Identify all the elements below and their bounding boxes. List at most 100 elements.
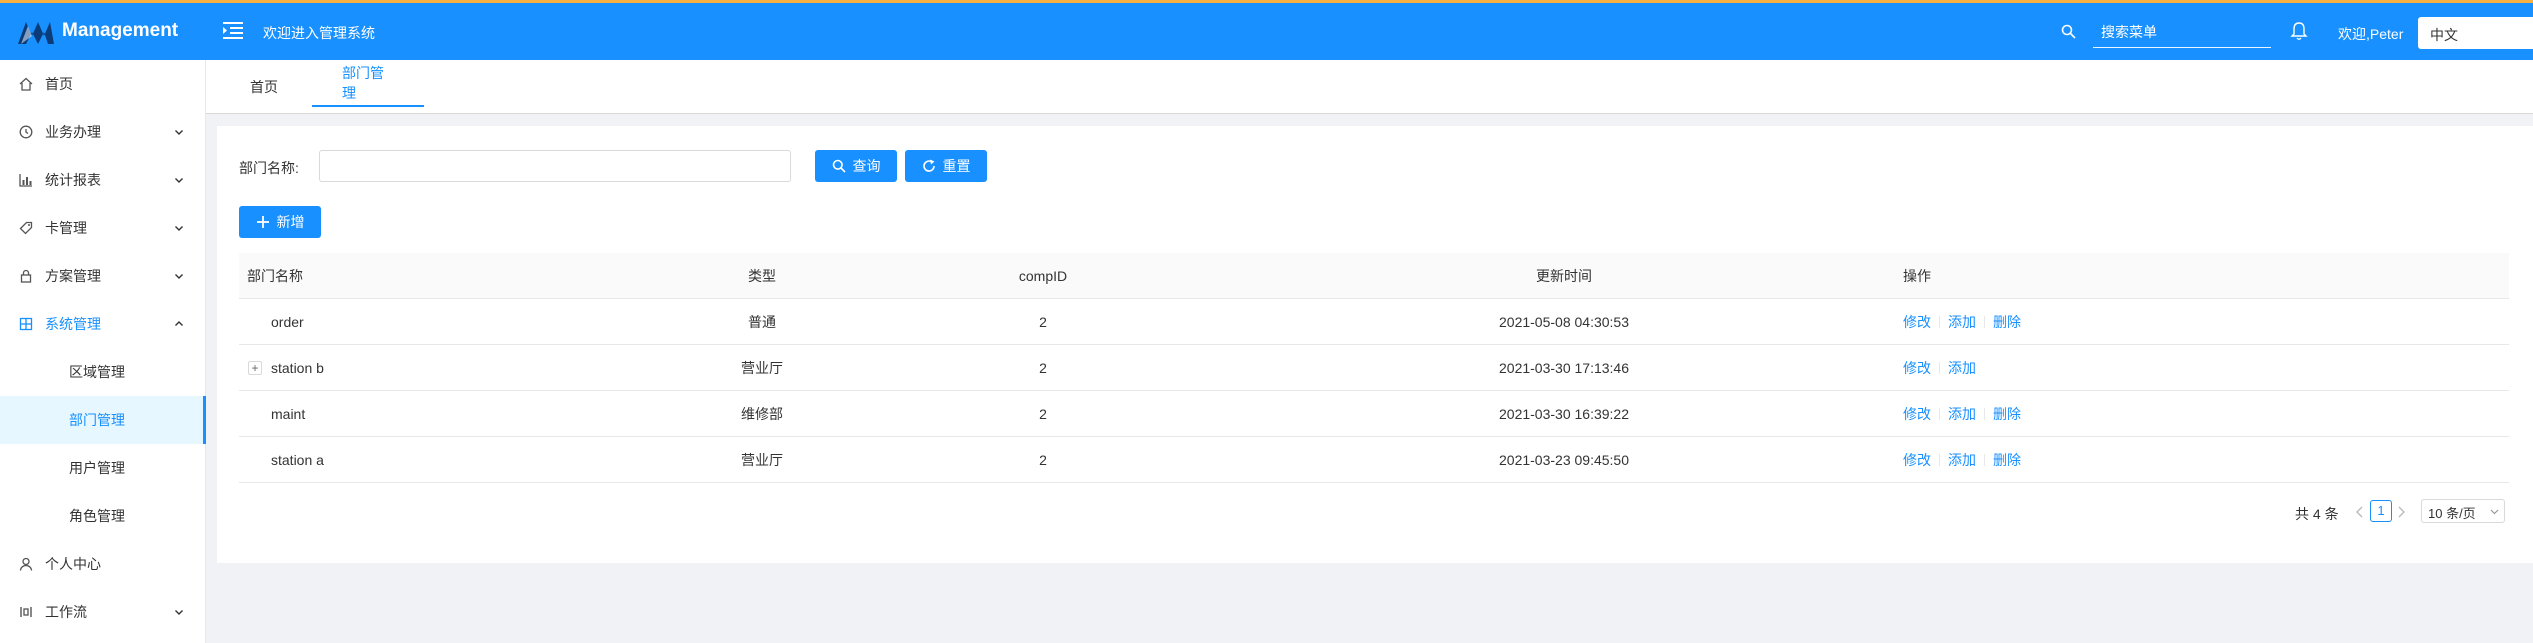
- column-header-type: 类型: [748, 268, 776, 284]
- tab-department[interactable]: 部门管理: [312, 60, 424, 107]
- search-icon[interactable]: [2061, 24, 2076, 39]
- sidebar-item-label: 部门管理: [69, 412, 125, 428]
- table-row: station a 营业厅 2 2021-03-23 09:45:50 修改 添加…: [239, 437, 2509, 483]
- chevron-down-icon: [175, 130, 183, 135]
- page-size-select[interactable]: 10 条/页: [2421, 499, 2505, 523]
- sidebar-item-label: 统计报表: [45, 172, 101, 188]
- tag-icon: [19, 221, 33, 235]
- bar-chart-icon: [19, 174, 32, 187]
- cell-type: 维修部: [741, 406, 783, 422]
- chevron-left-icon[interactable]: [2352, 503, 2368, 521]
- pagination-total: 共 4 条: [2295, 506, 2339, 522]
- table-row: + station b 营业厅 2 2021-03-30 17:13:46 修改…: [239, 345, 2509, 391]
- chevron-down-icon: [175, 226, 183, 231]
- bell-icon[interactable]: [2290, 21, 2308, 41]
- cell-type: 营业厅: [741, 452, 783, 468]
- edit-link[interactable]: 修改: [1903, 406, 1931, 422]
- sidebar-item-label: 工作流: [45, 604, 87, 620]
- sidebar-item-role[interactable]: 角色管理: [0, 492, 206, 540]
- cell-updated: 2021-03-30 16:39:22: [1499, 406, 1629, 422]
- logo-icon: [18, 22, 54, 44]
- sidebar-item-label: 个人中心: [45, 556, 101, 572]
- cell-actions: 修改 添加: [1903, 345, 1976, 391]
- sidebar-item-card[interactable]: 卡管理: [0, 204, 206, 252]
- add-button[interactable]: 新增: [239, 206, 321, 238]
- edit-link[interactable]: 修改: [1903, 360, 1931, 376]
- page-size-value: 10 条/页: [2428, 506, 2476, 521]
- edit-link[interactable]: 修改: [1903, 452, 1931, 468]
- add-child-link[interactable]: 添加: [1948, 452, 1976, 468]
- table-row: maint 维修部 2 2021-03-30 16:39:22 修改 添加 删除: [239, 391, 2509, 437]
- menu-search-input[interactable]: [2093, 17, 2271, 48]
- chevron-up-icon: [175, 321, 183, 326]
- delete-link[interactable]: 删除: [1993, 314, 2021, 330]
- cell-compid: 2: [1039, 452, 1047, 468]
- sidebar-item-home[interactable]: 首页: [0, 60, 206, 108]
- menu-fold-icon[interactable]: [222, 19, 244, 41]
- user-icon: [19, 557, 33, 571]
- sidebar-item-plan[interactable]: 方案管理: [0, 252, 206, 300]
- add-child-link[interactable]: 添加: [1948, 406, 1976, 422]
- search-icon: [832, 159, 846, 173]
- logo[interactable]: Management: [18, 13, 178, 49]
- language-select-value: 中文: [2430, 27, 2458, 43]
- pagination-page-number: 1: [2377, 503, 2385, 518]
- welcome-user[interactable]: 欢迎,Peter: [2338, 24, 2403, 44]
- column-header-updated: 更新时间: [1536, 268, 1592, 284]
- sidebar-item-department[interactable]: 部门管理: [0, 396, 206, 444]
- sidebar-item-business[interactable]: 业务办理: [0, 108, 206, 156]
- chevron-down-icon: [175, 610, 183, 615]
- cell-name: maint: [271, 406, 306, 422]
- edit-link[interactable]: 修改: [1903, 314, 1931, 330]
- cell-type: 营业厅: [741, 360, 783, 376]
- page-tabs: 首页 部门管理: [206, 60, 2533, 114]
- sidebar-item-system[interactable]: 系统管理: [0, 300, 206, 348]
- query-button[interactable]: 查询: [815, 150, 897, 182]
- sidebar-item-label: 业务办理: [45, 124, 101, 140]
- top-header: Management 欢迎进入管理系统 欢迎,Peter 中文: [0, 0, 2533, 60]
- divider: [1939, 316, 1940, 328]
- sidebar-item-label: 首页: [45, 76, 73, 92]
- add-child-link[interactable]: 添加: [1948, 360, 1976, 376]
- query-button-label: 查询: [852, 158, 881, 174]
- sidebar-item-reports[interactable]: 统计报表: [0, 156, 206, 204]
- chevron-right-icon[interactable]: [2393, 503, 2409, 521]
- sidebar-item-area[interactable]: 区域管理: [0, 348, 206, 396]
- sidebar: 首页 业务办理 统计报表 卡管理 方案管理 系统管理 区域管理 部门管理 用户管…: [0, 60, 206, 643]
- dept-name-label: 部门名称:: [239, 160, 299, 176]
- delete-link[interactable]: 删除: [1993, 452, 2021, 468]
- table-row: order 普通 2 2021-05-08 04:30:53 修改 添加 删除: [239, 299, 2509, 345]
- sidebar-item-label: 卡管理: [45, 220, 87, 236]
- tab-label: 部门管理: [342, 64, 384, 101]
- chevron-down-icon: [175, 274, 183, 279]
- lock-icon: [20, 269, 32, 283]
- sidebar-item-user[interactable]: 用户管理: [0, 444, 206, 492]
- sidebar-item-label: 系统管理: [45, 316, 101, 332]
- dept-name-input[interactable]: [319, 150, 791, 182]
- divider: [1984, 408, 1985, 420]
- grid-icon: [19, 317, 33, 331]
- sidebar-item-label: 区域管理: [69, 364, 125, 380]
- sidebar-item-profile[interactable]: 个人中心: [0, 540, 206, 588]
- language-select[interactable]: 中文: [2418, 17, 2533, 49]
- cell-updated: 2021-03-23 09:45:50: [1499, 452, 1629, 468]
- sidebar-item-workflow[interactable]: 工作流: [0, 588, 206, 636]
- divider: [1939, 362, 1940, 374]
- cell-actions: 修改 添加 删除: [1903, 299, 2021, 345]
- logo-text: Management: [62, 20, 179, 41]
- reset-button[interactable]: 重置: [905, 150, 987, 182]
- divider: [1939, 408, 1940, 420]
- pagination-page-current[interactable]: 1: [2370, 500, 2392, 522]
- add-child-link[interactable]: 添加: [1948, 314, 1976, 330]
- cell-name: order: [271, 314, 304, 330]
- tab-home[interactable]: 首页: [250, 60, 278, 114]
- column-header-name: 部门名称: [247, 268, 303, 284]
- app-root: Management 欢迎进入管理系统 欢迎,Peter 中文 首页: [0, 0, 2533, 643]
- cell-compid: 2: [1039, 314, 1047, 330]
- expand-row-icon[interactable]: +: [248, 361, 262, 375]
- welcome-title: 欢迎进入管理系统: [263, 25, 375, 41]
- sidebar-item-label: 用户管理: [69, 460, 125, 476]
- content-card: 部门名称: 查询 重置 新增 部门名称 类型 compID 更新时间 操作 or…: [217, 126, 2533, 563]
- delete-link[interactable]: 删除: [1993, 406, 2021, 422]
- reload-icon: [922, 159, 935, 172]
